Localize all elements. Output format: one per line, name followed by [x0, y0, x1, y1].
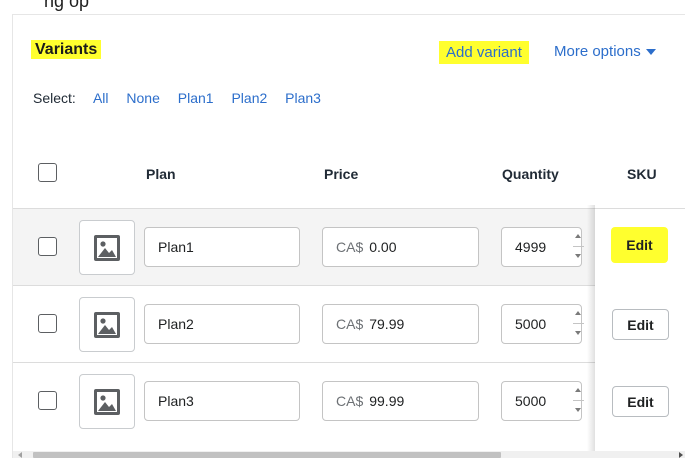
quantity-stepper[interactable]: 5000 — [501, 304, 584, 344]
spinner-down-icon — [575, 408, 581, 412]
variant-name-input[interactable]: Plan3 — [144, 381, 300, 421]
select-bar: Select: All None Plan1 Plan2 Plan3 — [33, 90, 335, 106]
image-icon — [94, 388, 120, 415]
price-value: 99.99 — [369, 393, 405, 409]
row-checkbox[interactable] — [38, 314, 57, 333]
table-row: Plan2 CA$ 79.99 5000 — [13, 285, 685, 362]
clipped-heading: ng op — [44, 0, 90, 11]
currency-prefix: CA$ — [336, 239, 364, 255]
select-label: Select: — [33, 90, 76, 106]
price-value: 0.00 — [369, 239, 397, 255]
select-none-link[interactable]: None — [126, 90, 159, 106]
scroll-left-icon[interactable] — [18, 452, 22, 458]
image-icon — [94, 234, 120, 261]
table-row: Plan1 CA$ 0.00 4999 — [13, 208, 685, 285]
table-row: Plan3 CA$ 99.99 5000 — [13, 362, 685, 439]
price-input[interactable]: CA$ 0.00 — [322, 227, 479, 267]
header-sku: SKU — [627, 166, 657, 182]
card-title: Variants — [31, 40, 102, 59]
caret-down-icon — [645, 49, 656, 56]
currency-prefix: CA$ — [336, 393, 364, 409]
quantity-value: 5000 — [515, 393, 547, 409]
select-plan1-link[interactable]: Plan1 — [178, 90, 214, 106]
edit-sku-button-row2[interactable]: Edit — [612, 309, 669, 340]
spinner-up-icon — [575, 311, 581, 315]
variant-image-button[interactable] — [79, 374, 135, 429]
spinner-up-icon — [575, 234, 581, 238]
spinner-up-icon — [575, 388, 581, 392]
quantity-spinner[interactable] — [573, 382, 584, 420]
row-checkbox[interactable] — [38, 237, 57, 256]
price-value: 79.99 — [369, 316, 405, 332]
variant-name-input[interactable]: Plan2 — [144, 304, 300, 344]
sticky-column-shadow — [587, 205, 595, 451]
quantity-value: 5000 — [515, 316, 547, 332]
quantity-spinner[interactable] — [573, 305, 584, 343]
variant-image-button[interactable] — [79, 220, 135, 275]
variant-name-value: Plan2 — [158, 316, 194, 332]
price-input[interactable]: CA$ 79.99 — [322, 304, 479, 344]
header-plan: Plan — [146, 166, 176, 182]
variant-name-value: Plan3 — [158, 393, 194, 409]
scrollbar-thumb[interactable] — [33, 452, 501, 458]
variant-image-button[interactable] — [79, 297, 135, 352]
select-plan3-link[interactable]: Plan3 — [285, 90, 321, 106]
row-checkbox[interactable] — [38, 391, 57, 410]
edit-sku-button-row3[interactable]: Edit — [612, 386, 669, 417]
header-price: Price — [324, 166, 359, 182]
price-input[interactable]: CA$ 99.99 — [322, 381, 479, 421]
header-quantity: Quantity — [502, 166, 559, 182]
more-options-label: More options — [554, 43, 641, 60]
image-icon — [94, 311, 120, 338]
currency-prefix: CA$ — [336, 316, 364, 332]
spinner-down-icon — [575, 331, 581, 335]
quantity-stepper[interactable]: 5000 — [501, 381, 584, 421]
spinner-down-icon — [575, 254, 581, 258]
select-all-link[interactable]: All — [93, 90, 109, 106]
variants-card: Variants Add variant More options Select… — [12, 14, 685, 458]
quantity-value: 4999 — [515, 239, 547, 255]
add-variant-button[interactable]: Add variant — [439, 41, 529, 64]
select-plan2-link[interactable]: Plan2 — [231, 90, 267, 106]
quantity-stepper[interactable]: 4999 — [501, 227, 584, 267]
edit-sku-button-row1[interactable]: Edit — [611, 227, 668, 263]
quantity-spinner[interactable] — [573, 228, 584, 266]
variant-name-value: Plan1 — [158, 239, 194, 255]
select-all-checkbox[interactable] — [38, 163, 57, 182]
more-options-button[interactable]: More options — [554, 43, 656, 60]
scroll-right-icon[interactable] — [679, 452, 683, 458]
variant-name-input[interactable]: Plan1 — [144, 227, 300, 267]
horizontal-scrollbar[interactable] — [13, 451, 685, 458]
